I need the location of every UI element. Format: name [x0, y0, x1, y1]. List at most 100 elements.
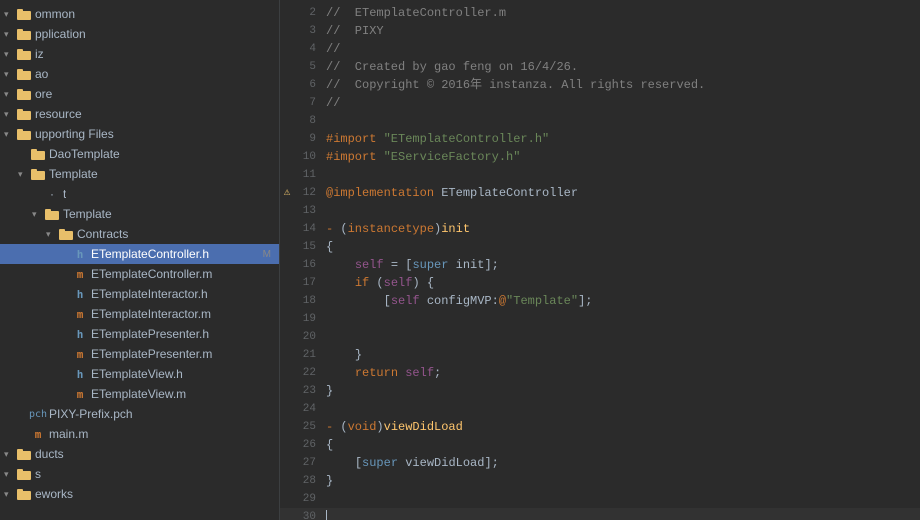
sidebar-item-resource[interactable]: ▾resource — [0, 104, 279, 124]
sidebar-item-label: ETemplatePresenter.h — [91, 327, 209, 341]
line-content[interactable]: } — [326, 472, 900, 490]
line-content[interactable]: } — [326, 382, 900, 400]
code-line: 5// Created by gao feng on 16/4/26. — [280, 58, 920, 76]
line-number: 23 — [294, 382, 326, 400]
sidebar-item-label: ommon — [35, 7, 75, 21]
token-spaces — [326, 294, 384, 308]
code-line: 14- (instancetype)init — [280, 220, 920, 238]
code-line: 25- (void)viewDidLoad — [280, 418, 920, 436]
sidebar-item-eworks[interactable]: ▾eworks — [0, 484, 279, 504]
sidebar-item-label: resource — [35, 107, 82, 121]
token-plain: ]; — [578, 294, 592, 308]
line-content[interactable]: - (void)viewDidLoad — [326, 418, 900, 436]
token-comment: // PIXY — [326, 24, 384, 38]
sidebar-item-PIXY-Prefix.pch[interactable]: pchPIXY-Prefix.pch — [0, 404, 279, 424]
token-self: self — [355, 258, 384, 272]
file-icon — [16, 6, 32, 22]
sidebar-item-ao[interactable]: ▾ao — [0, 64, 279, 84]
file-icon: m — [72, 306, 88, 322]
line-content[interactable]: // — [326, 40, 900, 58]
sidebar-item-ETemplateController.m[interactable]: mETemplateController.m — [0, 264, 279, 284]
line-content[interactable]: - (instancetype)init — [326, 220, 900, 238]
chevron-icon: ▾ — [4, 29, 16, 40]
token-method: init — [441, 222, 470, 236]
code-line: 8 — [280, 112, 920, 130]
sidebar-item-DaoTemplate[interactable]: DaoTemplate — [0, 144, 279, 164]
file-badge: M — [263, 249, 275, 260]
line-number: 17 — [294, 274, 326, 292]
file-icon — [16, 46, 32, 62]
sidebar-item-main.m[interactable]: mmain.m — [0, 424, 279, 444]
line-content[interactable]: self = [super init]; — [326, 256, 900, 274]
line-number: 4 — [294, 40, 326, 58]
code-line: 13 — [280, 202, 920, 220]
sidebar-item-t[interactable]: ·t — [0, 184, 279, 204]
token-plain: configMVP: — [420, 294, 499, 308]
code-container: 2// ETemplateController.m3// PIXY4//5// … — [280, 0, 920, 520]
sidebar-item-ore[interactable]: ▾ore — [0, 84, 279, 104]
code-line: 9#import "ETemplateController.h" — [280, 130, 920, 148]
code-line: ⚠12@implementation ETemplateController — [280, 184, 920, 202]
line-content[interactable]: // Created by gao feng on 16/4/26. — [326, 58, 900, 76]
token-paren: ) — [376, 420, 383, 434]
sidebar-item-ETemplateView.m[interactable]: mETemplateView.m — [0, 384, 279, 404]
sidebar-item-ETemplateInteractor.m[interactable]: mETemplateInteractor.m — [0, 304, 279, 324]
code-line: 22 return self; — [280, 364, 920, 382]
chevron-icon: ▾ — [4, 129, 16, 140]
line-number: 28 — [294, 472, 326, 490]
token-special: - — [326, 420, 340, 434]
sidebar-item-label: eworks — [35, 487, 73, 501]
sidebar-item-iz[interactable]: ▾iz — [0, 44, 279, 64]
token-directive: #import — [326, 150, 384, 164]
line-number: 22 — [294, 364, 326, 382]
file-icon: h — [72, 366, 88, 382]
code-line: 29 — [280, 490, 920, 508]
line-content[interactable]: // ETemplateController.m — [326, 4, 900, 22]
sidebar-item-ETemplateController.h[interactable]: hETemplateController.hM — [0, 244, 279, 264]
line-number: 3 — [294, 22, 326, 40]
line-content[interactable]: { — [326, 436, 900, 454]
sidebar-item-ducts[interactable]: ▾ducts — [0, 444, 279, 464]
sidebar-item-label: PIXY-Prefix.pch — [49, 407, 133, 421]
sidebar-item-Contracts[interactable]: ▾Contracts — [0, 224, 279, 244]
token-plain: } — [326, 474, 333, 488]
sidebar-item-label: upporting Files — [35, 127, 114, 141]
sidebar-item-label: ETemplateView.h — [91, 367, 183, 381]
sidebar-item-s[interactable]: ▾s — [0, 464, 279, 484]
sidebar-item-ETemplateView.h[interactable]: hETemplateView.h — [0, 364, 279, 384]
sidebar-item-Template-group[interactable]: ▾Template — [0, 164, 279, 184]
line-number: 24 — [294, 400, 326, 418]
file-icon — [30, 146, 46, 162]
line-content[interactable]: // PIXY — [326, 22, 900, 40]
code-line: 28} — [280, 472, 920, 490]
line-content[interactable]: [super viewDidLoad]; — [326, 454, 900, 472]
line-content[interactable] — [326, 508, 900, 520]
token-self: self — [391, 294, 420, 308]
line-content[interactable]: [self configMVP:@"Template"]; — [326, 292, 900, 310]
sidebar-item-ETemplatePresenter.h[interactable]: hETemplatePresenter.h — [0, 324, 279, 344]
line-content[interactable]: // — [326, 94, 900, 112]
sidebar-item-ETemplatePresenter.m[interactable]: mETemplatePresenter.m — [0, 344, 279, 364]
code-line: 2// ETemplateController.m — [280, 4, 920, 22]
sidebar-item-supporting[interactable]: ▾ upporting Files — [0, 124, 279, 144]
line-content[interactable]: } — [326, 346, 900, 364]
line-content[interactable]: if (self) { — [326, 274, 900, 292]
token-spaces — [326, 258, 355, 272]
line-content[interactable]: #import "EServiceFactory.h" — [326, 148, 900, 166]
chevron-icon: ▾ — [18, 169, 30, 180]
token-at: @implementation — [326, 186, 441, 200]
sidebar-item-label: ETemplatePresenter.m — [91, 347, 212, 361]
line-content[interactable]: { — [326, 238, 900, 256]
sidebar-item-ETemplateInteractor.h[interactable]: hETemplateInteractor.h — [0, 284, 279, 304]
line-number: 20 — [294, 328, 326, 346]
sidebar-item-Template-sub[interactable]: ▾Template — [0, 204, 279, 224]
sidebar-item-common[interactable]: ▾ommon — [0, 4, 279, 24]
line-content[interactable]: #import "ETemplateController.h" — [326, 130, 900, 148]
file-icon — [16, 66, 32, 82]
line-content[interactable]: @implementation ETemplateController — [326, 184, 900, 202]
line-content[interactable]: return self; — [326, 364, 900, 382]
sidebar-item-application[interactable]: ▾pplication — [0, 24, 279, 44]
line-content[interactable]: // Copyright © 2016年 instanza. All right… — [326, 76, 900, 94]
line-number: 5 — [294, 58, 326, 76]
editor: 2// ETemplateController.m3// PIXY4//5// … — [280, 0, 920, 520]
